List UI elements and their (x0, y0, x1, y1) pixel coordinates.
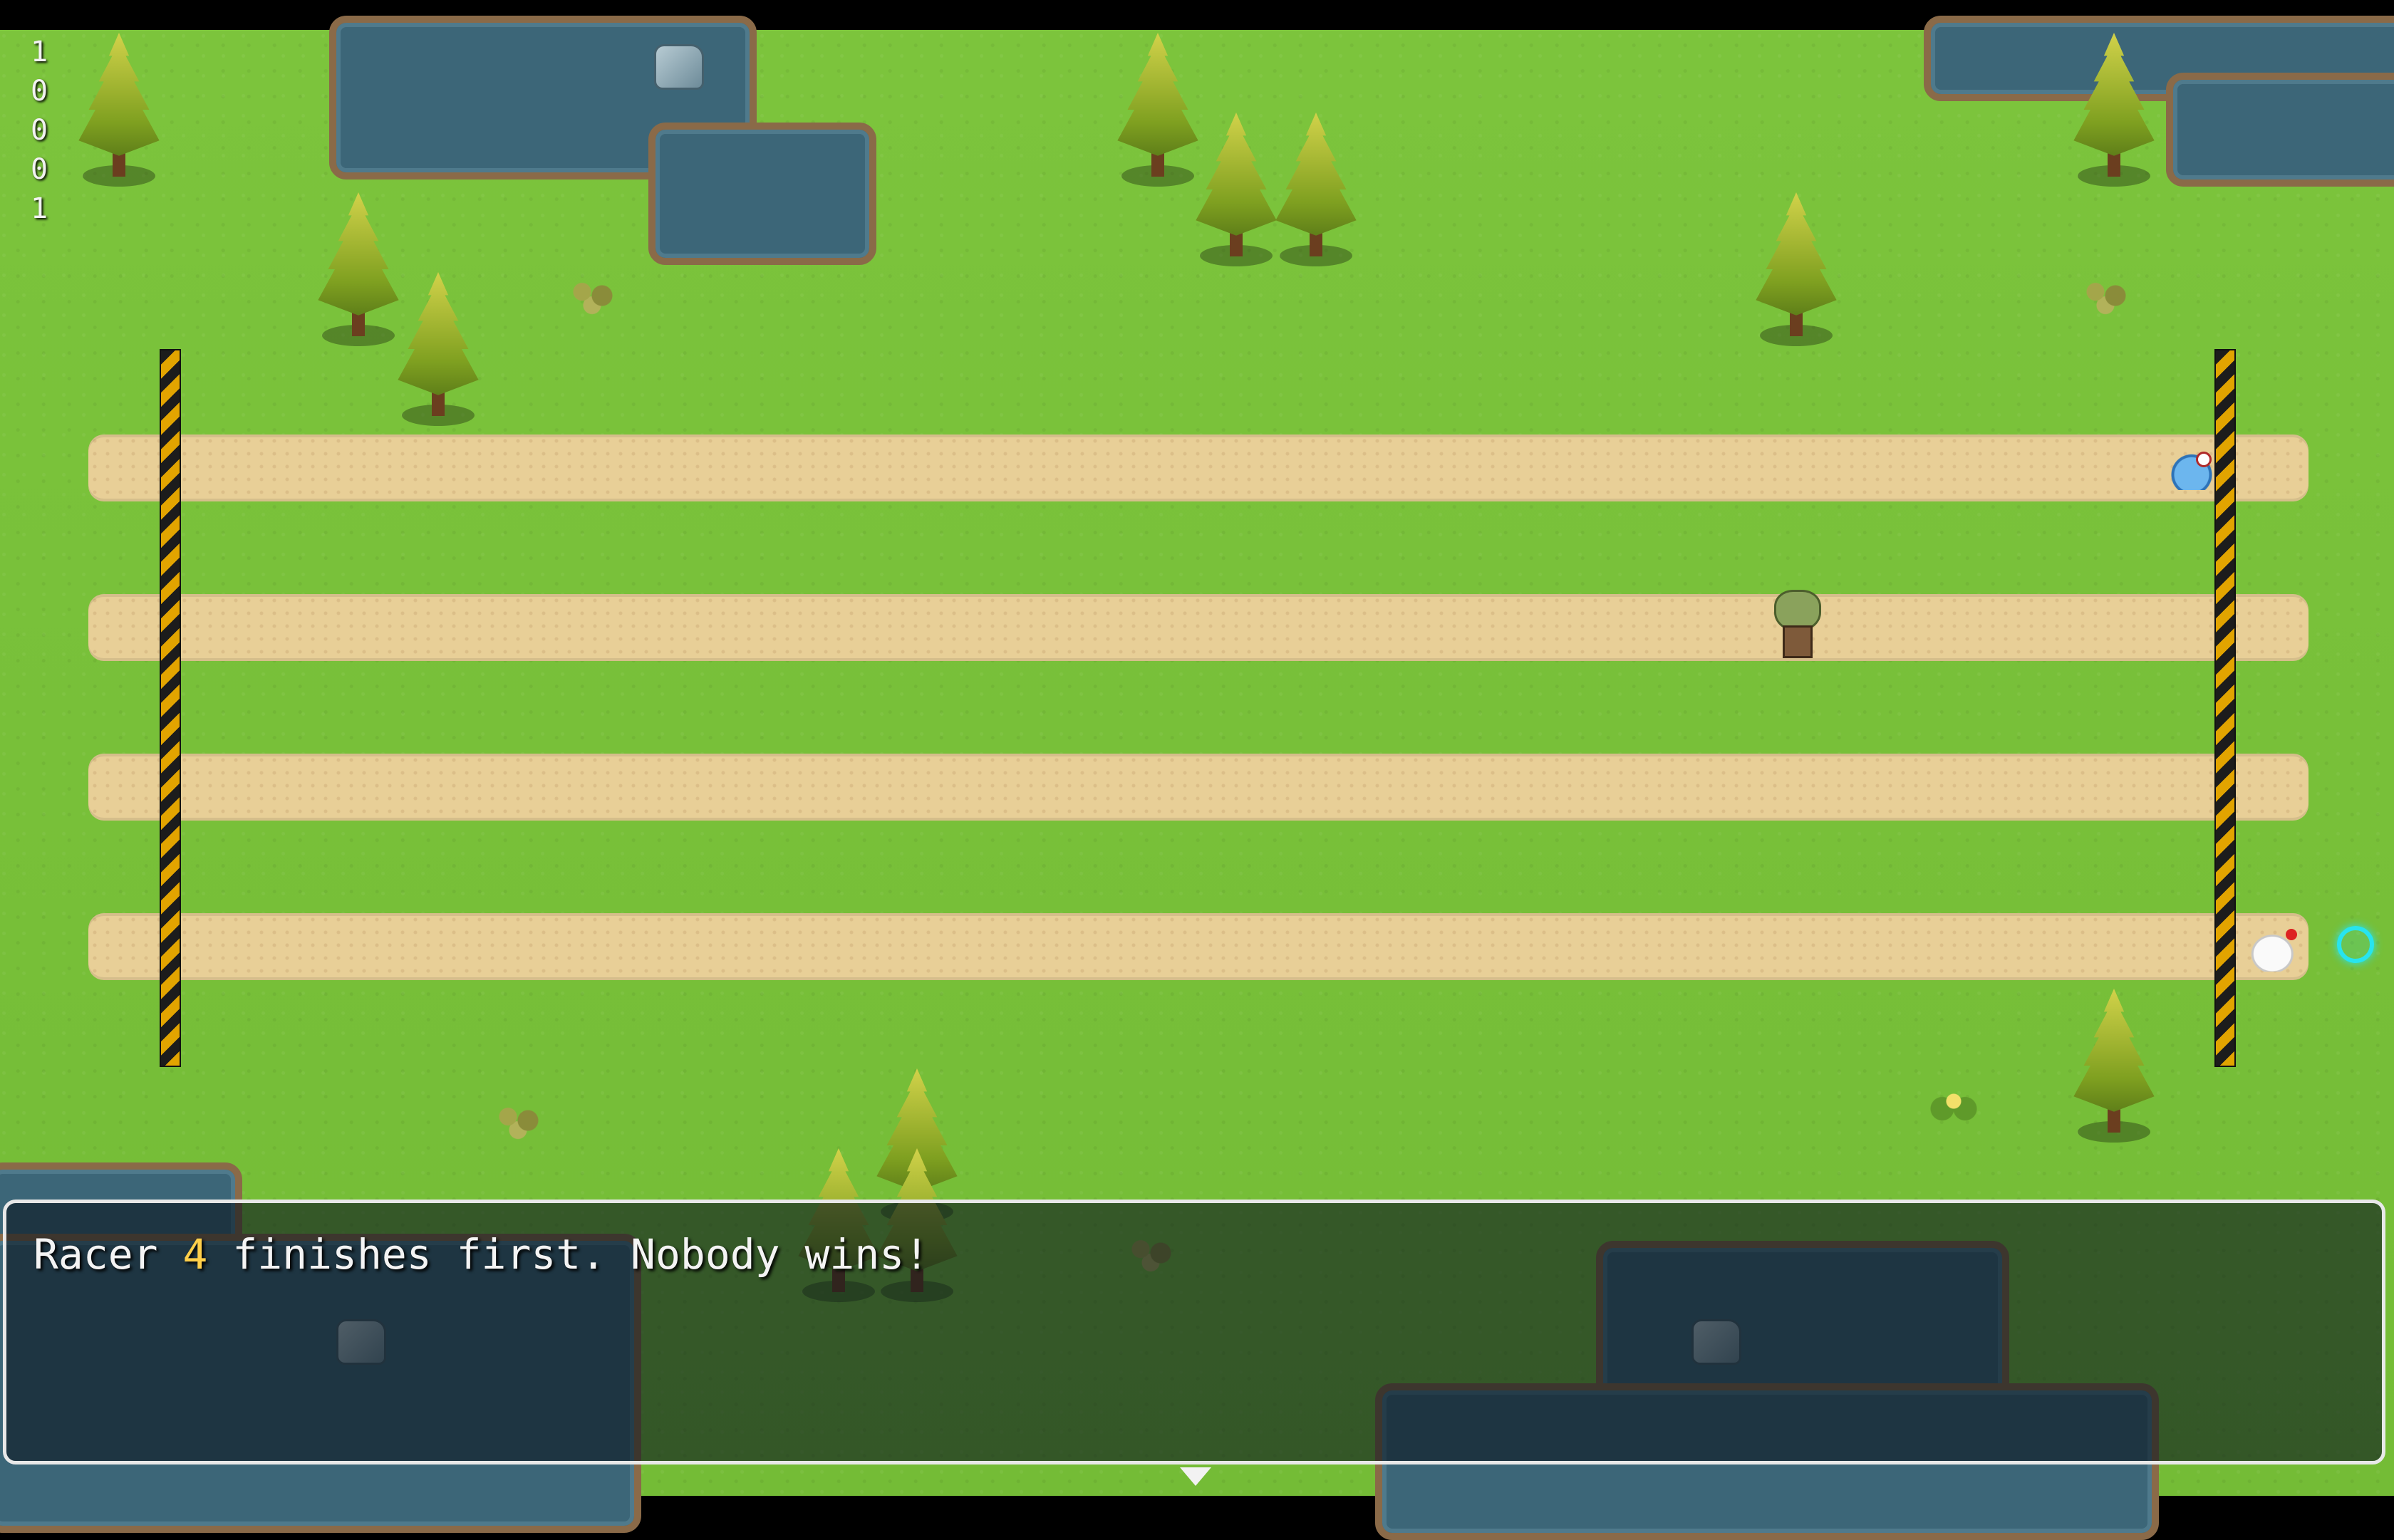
race-lane-4 (88, 913, 2308, 980)
message-text: Racer 4 finishes first. Nobody wins! (33, 1230, 929, 1279)
blue-frog-icon (2169, 452, 2214, 490)
traffic-cone-icon (2163, 751, 2224, 826)
tree-icon (1274, 113, 1358, 269)
goblin-icon (1768, 590, 1823, 658)
tree-icon (1754, 192, 1838, 349)
start-line-pole (160, 349, 181, 1067)
pond-top-left-2 (648, 123, 876, 265)
tree-icon (2072, 33, 2156, 189)
bush-icon (2080, 276, 2130, 315)
down-triangle-icon[interactable] (1180, 1467, 1211, 1486)
tree-icon (396, 272, 480, 429)
bush-icon (567, 276, 617, 315)
tree-icon (2072, 989, 2156, 1145)
race-lane-1 (88, 435, 2308, 501)
message-prefix: Racer (33, 1230, 183, 1279)
chicken-icon (2249, 927, 2301, 972)
tree-icon (1194, 113, 1278, 269)
step-counter: 1 0 0 0 1 (28, 33, 50, 229)
ring-icon[interactable] (2337, 926, 2374, 963)
rock-top (654, 44, 704, 90)
tree-icon (77, 33, 161, 189)
flower-icon (1925, 1081, 1982, 1131)
counter-digit: 0 (30, 114, 48, 147)
finish-line-pole (2214, 349, 2236, 1067)
message-window[interactable]: Racer 4 finishes first. Nobody wins! (3, 1200, 2385, 1464)
race-lane-3 (88, 754, 2308, 821)
pond-top-right-2 (2166, 73, 2394, 187)
bush-icon (493, 1101, 543, 1140)
tree-icon (316, 192, 400, 349)
counter-digit: 1 (30, 192, 48, 225)
counter-digit: 1 (30, 36, 48, 68)
message-suffix: finishes first. Nobody wins! (207, 1230, 930, 1279)
counter-digit: 0 (30, 153, 48, 186)
counter-digit: 0 (30, 75, 48, 108)
racer-number: 4 (182, 1230, 208, 1279)
race-lane-2 (88, 594, 2308, 661)
tree-icon (1116, 33, 1200, 189)
